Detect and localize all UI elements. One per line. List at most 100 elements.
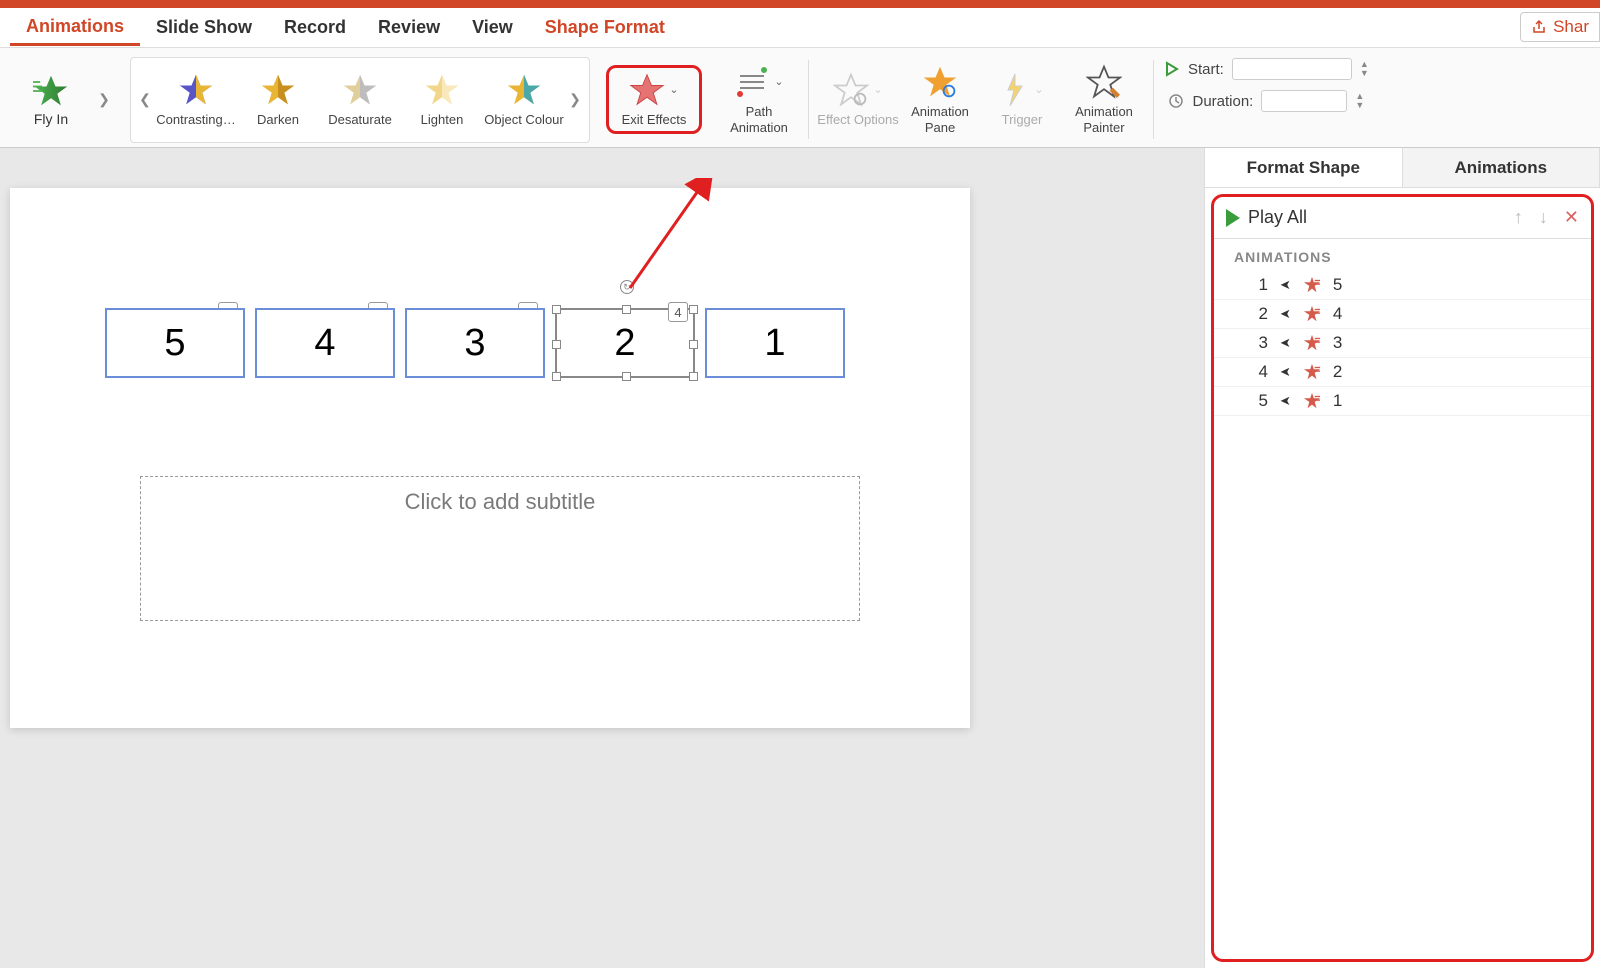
chevron-down-icon: ⌄ bbox=[1030, 83, 1043, 96]
animation-list: 1➤52➤43➤34➤25➤1 bbox=[1214, 271, 1591, 959]
gallery-desaturate[interactable]: Desaturate bbox=[319, 72, 401, 127]
gallery-lighten[interactable]: Lighten bbox=[401, 72, 483, 127]
exit-star-icon bbox=[1303, 363, 1321, 381]
slide-box-text: 2 bbox=[614, 322, 635, 365]
anim-index: 3 bbox=[1254, 333, 1268, 353]
titlebar bbox=[0, 0, 1600, 8]
on-click-icon: ➤ bbox=[1280, 364, 1291, 380]
duration-field[interactable] bbox=[1261, 90, 1347, 112]
resize-handle[interactable] bbox=[552, 340, 561, 349]
tab-shape-format[interactable]: Shape Format bbox=[529, 11, 681, 44]
slide-box[interactable]: 4 bbox=[255, 308, 395, 378]
gallery-prev[interactable]: ❮ bbox=[135, 91, 155, 108]
slide[interactable]: 1 2 3 4 5 4 3 2 ↻ 4 1 Clic bbox=[10, 188, 970, 728]
on-click-icon: ➤ bbox=[1280, 277, 1291, 293]
on-click-icon: ➤ bbox=[1280, 393, 1291, 409]
tab-review[interactable]: Review bbox=[362, 11, 456, 44]
anim-target: 2 bbox=[1333, 362, 1342, 382]
exit-star-icon bbox=[1303, 334, 1321, 352]
emphasis-gallery: ❮ Contrasting… Darken Desaturate Lighten… bbox=[130, 57, 590, 143]
on-click-icon: ➤ bbox=[1280, 335, 1291, 351]
animation-row[interactable]: 3➤3 bbox=[1214, 329, 1591, 358]
play-all-row: Play All ↑ ↓ ✕ bbox=[1214, 197, 1591, 239]
tab-slideshow[interactable]: Slide Show bbox=[140, 11, 268, 44]
star-icon bbox=[178, 72, 214, 108]
flyin-next[interactable]: ❯ bbox=[94, 91, 114, 108]
tab-view[interactable]: View bbox=[456, 11, 529, 44]
anim-target: 5 bbox=[1333, 275, 1342, 295]
flyin-button[interactable]: Fly In bbox=[8, 73, 94, 127]
exit-star-icon bbox=[629, 72, 665, 108]
clock-icon bbox=[1168, 93, 1184, 109]
star-icon bbox=[424, 72, 460, 108]
animation-row[interactable]: 1 ➤ 5 bbox=[1214, 271, 1591, 300]
tab-record[interactable]: Record bbox=[268, 11, 362, 44]
star-icon bbox=[260, 72, 296, 108]
duration-spin[interactable]: ▲▼ bbox=[1355, 92, 1364, 110]
animation-pane-label: Animation Pane bbox=[899, 104, 981, 135]
animation-pane-button[interactable]: Animation Pane bbox=[899, 64, 981, 135]
animation-painter-button[interactable]: Animation Painter bbox=[1063, 64, 1145, 135]
animation-pane-highlight: Play All ↑ ↓ ✕ ANIMATIONS 1➤52➤43➤34➤25➤… bbox=[1211, 194, 1594, 962]
ribbon: Fly In ❯ ❮ Contrasting… Darken Desaturat… bbox=[0, 48, 1600, 148]
exit-effects-label: Exit Effects bbox=[622, 112, 687, 128]
gallery-label: Lighten bbox=[421, 112, 464, 127]
gallery-next[interactable]: ❯ bbox=[565, 91, 585, 108]
anim-target: 4 bbox=[1333, 304, 1342, 324]
side-tabs: Format Shape Animations bbox=[1205, 148, 1600, 188]
resize-handle[interactable] bbox=[622, 305, 631, 314]
play-icon[interactable] bbox=[1226, 209, 1240, 227]
anim-index: 4 bbox=[1254, 362, 1268, 382]
tab-animations[interactable]: Animations bbox=[10, 10, 140, 46]
start-label: Start: bbox=[1188, 61, 1224, 78]
exit-star-icon bbox=[1303, 392, 1321, 410]
chevron-down-icon: ⌄ bbox=[770, 75, 783, 88]
animation-row[interactable]: 2➤4 bbox=[1214, 300, 1591, 329]
gallery-contrasting[interactable]: Contrasting… bbox=[155, 72, 237, 127]
side-tab-format-shape[interactable]: Format Shape bbox=[1205, 148, 1403, 187]
rotate-handle[interactable]: ↻ bbox=[620, 280, 634, 294]
move-up-icon[interactable]: ↑ bbox=[1514, 207, 1523, 228]
exit-star-icon bbox=[1303, 276, 1321, 294]
share-button[interactable]: Shar bbox=[1520, 12, 1600, 42]
slide-box[interactable]: 5 bbox=[105, 308, 245, 378]
effect-options-button: ⌄ Effect Options bbox=[817, 72, 899, 128]
resize-handle[interactable] bbox=[552, 305, 561, 314]
exit-effects-button[interactable]: ⌄ Exit Effects bbox=[613, 72, 695, 128]
start-field[interactable] bbox=[1232, 58, 1352, 80]
path-icon bbox=[734, 64, 770, 100]
resize-handle[interactable] bbox=[689, 305, 698, 314]
close-icon[interactable]: ✕ bbox=[1564, 207, 1579, 228]
anim-target: 1 bbox=[1333, 391, 1342, 411]
move-down-icon[interactable]: ↓ bbox=[1539, 207, 1548, 228]
resize-handle[interactable] bbox=[689, 340, 698, 349]
star-icon bbox=[506, 72, 542, 108]
slide-box[interactable]: 3 bbox=[405, 308, 545, 378]
subtitle-placeholder[interactable]: Click to add subtitle bbox=[140, 476, 860, 621]
gallery-darken[interactable]: Darken bbox=[237, 72, 319, 127]
animation-row[interactable]: 4 ➤ 2 bbox=[1214, 358, 1591, 387]
slide-box[interactable]: 1 bbox=[705, 308, 845, 378]
animation-row[interactable]: 5➤1 bbox=[1214, 387, 1591, 416]
play-all-label[interactable]: Play All bbox=[1248, 207, 1307, 228]
path-animation-button[interactable]: ⌄ Path Animation bbox=[718, 64, 800, 135]
flyin-star-icon bbox=[33, 73, 69, 109]
side-tab-animations[interactable]: Animations bbox=[1403, 148, 1600, 187]
workspace: 1 1 2 3 4 5 4 3 2 ↻ 4 bbox=[0, 148, 1600, 968]
animation-painter-label: Animation Painter bbox=[1063, 104, 1145, 135]
flyin-label: Fly In bbox=[34, 111, 68, 127]
on-click-icon: ➤ bbox=[1280, 306, 1291, 322]
resize-handle[interactable] bbox=[552, 372, 561, 381]
gallery-object-colour[interactable]: Object Colour bbox=[483, 72, 565, 127]
anim-tag[interactable]: 4 bbox=[668, 302, 688, 322]
ribbon-tabs: Animations Slide Show Record Review View… bbox=[0, 8, 1600, 48]
anim-index: 1 bbox=[1254, 275, 1268, 295]
animation-pane-icon bbox=[922, 64, 958, 100]
resize-handle[interactable] bbox=[689, 372, 698, 381]
share-label: Shar bbox=[1553, 17, 1589, 37]
timing-group: Start: ▲▼ Duration: ▲▼ bbox=[1154, 52, 1379, 147]
duration-label: Duration: bbox=[1192, 93, 1253, 110]
resize-handle[interactable] bbox=[622, 372, 631, 381]
start-spin[interactable]: ▲▼ bbox=[1360, 60, 1369, 78]
share-icon bbox=[1531, 19, 1547, 35]
